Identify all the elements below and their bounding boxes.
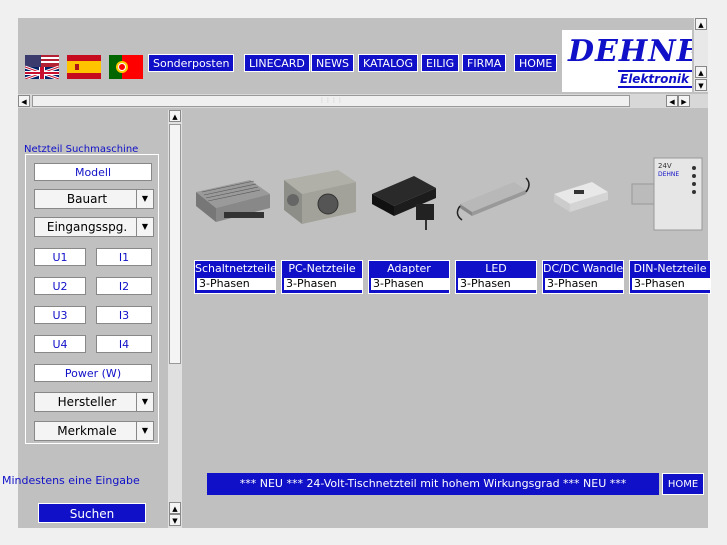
scroll-up-icon[interactable]: ▲: [169, 110, 181, 122]
scroll-up-icon[interactable]: ▲: [695, 66, 707, 78]
home-button[interactable]: HOME: [662, 473, 704, 495]
search-sidebar: Netzteil Suchmaschine Modell Bauart ▼ Ei…: [18, 110, 182, 528]
category-label: DC/DC Wandler: [543, 262, 624, 275]
filter-panel: Modell Bauart ▼ Eingangsspg. ▼ U1 I1 U2 …: [25, 154, 159, 444]
bauart-select[interactable]: Bauart ▼: [34, 189, 154, 209]
schaltnetzteil-image[interactable]: [192, 154, 274, 232]
pc-netzteil-image[interactable]: [278, 154, 360, 232]
product-category-led[interactable]: LED 3-Phasen: [455, 260, 537, 294]
eingangsspannung-select[interactable]: Eingangsspg. ▼: [34, 217, 154, 237]
news-ticker[interactable]: *** NEU *** 24-Volt-Tischnetzteil mit ho…: [207, 473, 659, 495]
adapter-image[interactable]: [364, 154, 446, 232]
browser-frame: Sonderposten LINECARD NEWS KATALOG EILIG…: [18, 18, 711, 528]
minimum-input-hint: Mindestens eine Eingabe: [2, 474, 140, 487]
category-label: LED: [485, 262, 507, 275]
u1-field[interactable]: U1: [34, 248, 86, 266]
category-sub-select[interactable]: 3-Phasen: [284, 278, 362, 290]
search-button[interactable]: Suchen: [38, 503, 146, 523]
horizontal-scrollbar[interactable]: ◀ ⋮⋮⋮⋮ ◀ ▶: [18, 94, 708, 108]
led-netzteil-image[interactable]: [452, 154, 534, 232]
scroll-up-icon[interactable]: ▲: [169, 502, 181, 514]
modell-field[interactable]: Modell: [34, 163, 152, 181]
header-scrollbar[interactable]: ▲ ▲ ▼: [694, 18, 708, 92]
scrollbar-thumb[interactable]: [169, 124, 181, 364]
u4-field[interactable]: U4: [34, 335, 86, 353]
scrollbar-thumb[interactable]: ⋮⋮⋮⋮: [32, 95, 630, 107]
eingangsspannung-label: Eingangsspg.: [46, 220, 128, 234]
merkmale-label: Merkmale: [57, 424, 117, 438]
din-netzteil-image[interactable]: 24V DEHNE: [628, 154, 710, 232]
sidebar-scrollbar[interactable]: ▲ ▲ ▼: [168, 110, 182, 528]
hersteller-select[interactable]: Hersteller ▼: [34, 392, 154, 412]
portugal-flag-icon[interactable]: [109, 55, 143, 79]
category-sub-select[interactable]: 3-Phasen: [545, 278, 623, 290]
product-category-din[interactable]: DIN-Netzteile 3-Phasen: [629, 260, 711, 294]
chevron-down-icon[interactable]: ▼: [136, 422, 153, 440]
category-sub-select[interactable]: 3-Phasen: [632, 278, 710, 290]
nav-linecard[interactable]: LINECARD: [244, 54, 310, 72]
chevron-down-icon[interactable]: ▼: [136, 218, 153, 236]
scroll-right-icon[interactable]: ▶: [678, 95, 690, 107]
category-label: DIN-Netzteile: [633, 262, 707, 275]
nav-news[interactable]: NEWS: [311, 54, 355, 72]
svg-text:24V: 24V: [658, 162, 672, 170]
nav-firma[interactable]: FIRMA: [462, 54, 507, 72]
spain-flag-icon[interactable]: [67, 55, 101, 79]
category-sub-select[interactable]: 3-Phasen: [197, 278, 275, 290]
dcdc-wandler-image[interactable]: [540, 154, 622, 232]
u3-field[interactable]: U3: [34, 306, 86, 324]
logo-sub-text: Elektronik Gr: [618, 70, 692, 88]
nav-home[interactable]: HOME: [514, 54, 558, 72]
bottom-bar: [37, 528, 708, 545]
uk-us-flag-icon[interactable]: [25, 55, 59, 79]
scroll-left-icon[interactable]: ◀: [18, 95, 30, 107]
product-category-dcdc[interactable]: DC/DC Wandler 3-Phasen: [542, 260, 624, 294]
nav-katalog[interactable]: KATALOG: [358, 54, 418, 72]
product-category-schaltnetzteile[interactable]: Schaltnetzteile 3-Phasen: [194, 260, 276, 294]
product-area: 24V DEHNE Schaltnetzteile 3-Phasen PC-Ne…: [184, 110, 711, 528]
chevron-down-icon[interactable]: ▼: [136, 190, 153, 208]
scroll-down-icon[interactable]: ▼: [169, 514, 181, 526]
i1-field[interactable]: I1: [96, 248, 152, 266]
header-frame: Sonderposten LINECARD NEWS KATALOG EILIG…: [18, 18, 708, 92]
u2-field[interactable]: U2: [34, 277, 86, 295]
scroll-down-icon[interactable]: ▼: [695, 79, 707, 91]
category-label: Schaltnetzteile: [195, 262, 276, 275]
chevron-down-icon[interactable]: ▼: [136, 393, 153, 411]
i3-field[interactable]: I3: [96, 306, 152, 324]
i2-field[interactable]: I2: [96, 277, 152, 295]
svg-text:DEHNE: DEHNE: [658, 171, 679, 178]
bauart-label: Bauart: [66, 192, 108, 206]
product-category-adapter[interactable]: Adapter 3-Phasen: [368, 260, 450, 294]
i4-field[interactable]: I4: [96, 335, 152, 353]
product-category-pc-netzteile[interactable]: PC-Netzteile 3-Phasen: [281, 260, 363, 294]
scroll-left-icon[interactable]: ◀: [666, 95, 678, 107]
power-field[interactable]: Power (W): [34, 364, 152, 382]
category-label: PC-Netzteile: [288, 262, 356, 275]
company-logo[interactable]: DEHNE Elektronik Gr: [562, 30, 692, 92]
category-label: Adapter: [387, 262, 431, 275]
nav-sonderposten[interactable]: Sonderposten: [148, 54, 235, 72]
scroll-up-icon[interactable]: ▲: [695, 18, 707, 30]
category-sub-select[interactable]: 3-Phasen: [371, 278, 449, 290]
nav-eilig[interactable]: EILIG: [421, 54, 460, 72]
logo-main-text: DEHNE: [568, 34, 692, 69]
merkmale-select[interactable]: Merkmale ▼: [34, 421, 154, 441]
category-sub-select[interactable]: 3-Phasen: [458, 278, 536, 290]
hersteller-label: Hersteller: [57, 395, 117, 409]
